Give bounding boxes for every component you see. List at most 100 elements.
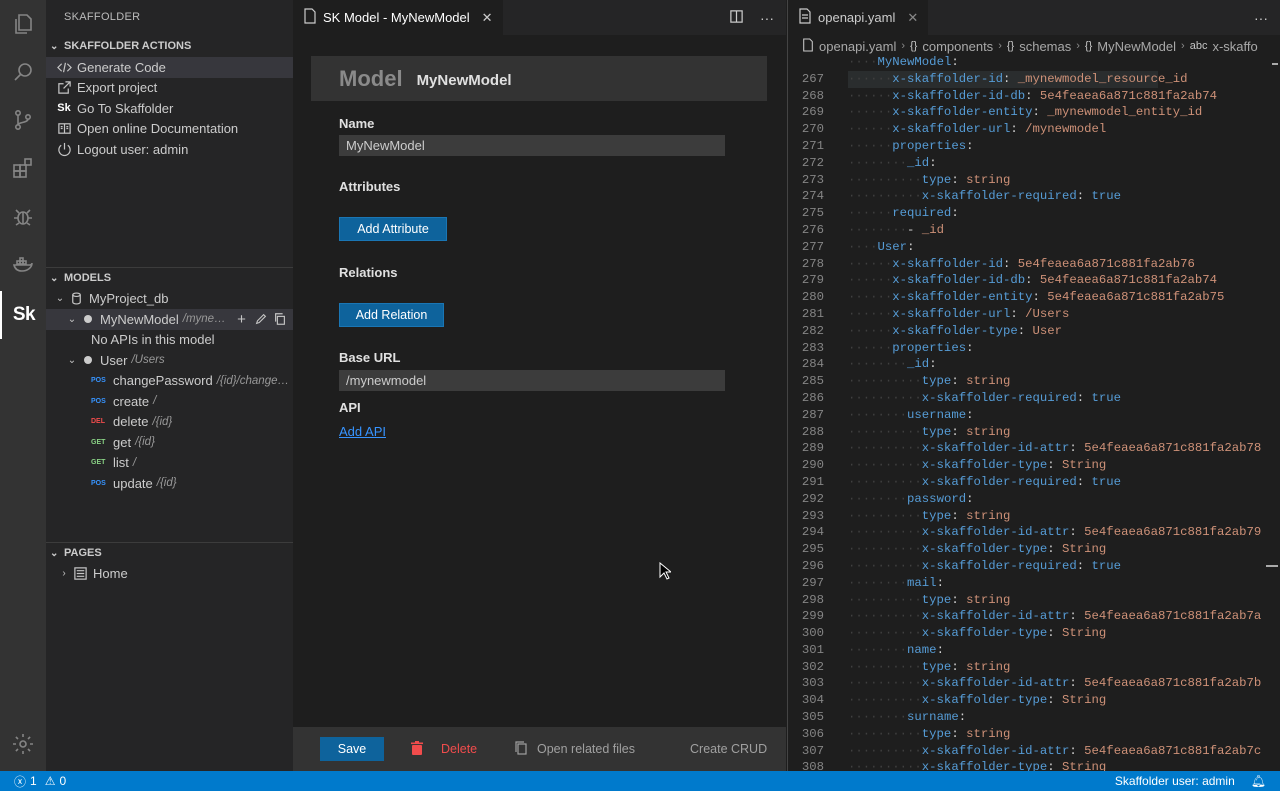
copy-icon[interactable]: [272, 311, 287, 327]
tree-item-api[interactable]: POS changePassword /{id}/change…: [46, 371, 293, 392]
tree-item-api[interactable]: POS create /: [46, 391, 293, 412]
line-number: 305: [801, 710, 824, 725]
add-relation-button[interactable]: Add Relation: [339, 303, 444, 327]
line-content: ··········x-skaffolder-type: String: [848, 541, 1106, 558]
action-go-to-skaffolder[interactable]: Sk Go To Skaffolder: [46, 98, 293, 119]
line-content: ··········x-skaffolder-type: String: [848, 692, 1106, 709]
tree-item-api[interactable]: GET get /{id}: [46, 432, 293, 453]
yaml-value: String: [1062, 458, 1107, 473]
yaml-colon: :: [951, 206, 959, 221]
more-actions-icon[interactable]: ···: [1254, 10, 1268, 26]
code-line: 302 ··········type: string: [788, 659, 1280, 676]
indent-guide: ········: [848, 575, 908, 590]
code-editor[interactable]: ····MyNewModel: 267 ······x-skaffolder-id:…: [788, 54, 1280, 771]
search-icon[interactable]: [0, 48, 46, 96]
action-export-project[interactable]: Export project: [46, 78, 293, 99]
add-attribute-button[interactable]: Add Attribute: [339, 217, 447, 241]
line-content: ··········x-skaffolder-type: String: [848, 625, 1106, 642]
line-content: ······x-skaffolder-id-db: 5e4feaea6a871c…: [848, 88, 1217, 105]
indent-guide: ··········: [848, 659, 922, 674]
yaml-key: username: [907, 407, 967, 422]
tree-item-page-home[interactable]: › Home: [46, 564, 293, 585]
code-line: 278 ······x-skaffolder-id: 5e4feaea6a871c…: [788, 256, 1280, 273]
yaml-key: x-skaffolder-id-attr: [921, 743, 1070, 758]
indent-guide: ······: [848, 122, 893, 137]
method-badge: POS: [91, 397, 106, 405]
section-models[interactable]: ⌄ MODELS: [46, 266, 293, 289]
split-editor-icon[interactable]: [729, 9, 744, 27]
model-dot-icon: [84, 356, 92, 365]
line-content: ··········type: string: [848, 508, 1010, 525]
export-icon: [56, 80, 72, 96]
debug-icon[interactable]: [0, 192, 46, 240]
action-generate-code[interactable]: Generate Code: [46, 57, 293, 78]
skaffolder-icon[interactable]: Sk: [0, 291, 46, 339]
line-content: ··········type: string: [848, 373, 1010, 390]
yaml-key: _id: [907, 155, 930, 170]
code-line: 298 ··········type: string: [788, 592, 1280, 609]
line-number: 279: [801, 273, 824, 288]
status-user[interactable]: Skaffolder user: admin: [1115, 774, 1235, 788]
more-actions-icon[interactable]: ···: [760, 10, 774, 26]
yaml-value: _mynewmodel_resource_id: [1017, 71, 1188, 86]
breadcrumb-item[interactable]: openapi.yaml: [819, 39, 896, 54]
section-skaffolder-actions[interactable]: ⌄ SKAFFOLDER ACTIONS: [46, 35, 293, 57]
line-content: ··········type: string: [848, 726, 1010, 743]
source-control-icon[interactable]: [0, 96, 46, 144]
docker-icon[interactable]: [0, 240, 46, 288]
indent-guide: ········: [848, 222, 908, 237]
base-url-input[interactable]: /mynewmodel: [339, 370, 725, 391]
indent-guide: ······: [848, 290, 893, 305]
tab-openapi-yaml[interactable]: openapi.yaml ✕: [788, 0, 929, 35]
tree-item-model-user[interactable]: ⌄ User /Users: [46, 350, 293, 371]
save-button[interactable]: Save: [320, 737, 384, 761]
line-number: 289: [801, 441, 824, 456]
warning-icon: ⚠: [44, 774, 56, 788]
copy-icon: [513, 740, 529, 759]
line-number: 282: [801, 323, 824, 338]
tree-item-api[interactable]: DEL delete /{id}: [46, 412, 293, 433]
tree-item-model-mynewmodel[interactable]: ⌄ MyNewModel /myne… +: [46, 309, 293, 330]
action-open-documentation[interactable]: Open online Documentation: [46, 119, 293, 140]
breadcrumb-item[interactable]: MyNewModel: [1097, 39, 1176, 54]
breadcrumb-item[interactable]: schemas: [1019, 39, 1071, 54]
add-api-link[interactable]: Add API: [339, 424, 386, 439]
yaml-key: x-skaffolder-entity: [892, 290, 1033, 305]
trash-icon: [409, 740, 425, 759]
yaml-key: x-skaffolder-id: [892, 71, 1003, 86]
close-icon[interactable]: ✕: [482, 10, 493, 26]
indent-guide: ··········: [848, 693, 922, 708]
attributes-label: Attributes: [339, 179, 401, 194]
breadcrumb-item[interactable]: x-skaffo: [1212, 39, 1257, 54]
chevron-down-icon: ⌄: [55, 293, 65, 305]
close-icon[interactable]: ✕: [907, 10, 918, 26]
indent-guide: ··········: [848, 676, 922, 691]
extensions-icon[interactable]: [0, 144, 46, 192]
action-logout[interactable]: Logout user: admin: [46, 139, 293, 160]
problems-indicator[interactable]: ⓧ 1 ⚠ 0: [14, 773, 66, 790]
tree-item-api[interactable]: POS update /{id}: [46, 473, 293, 494]
edit-icon[interactable]: [253, 311, 268, 327]
gear-icon[interactable]: [0, 720, 46, 768]
explorer-icon[interactable]: [0, 0, 46, 48]
tab-sk-model[interactable]: SK Model - MyNewModel ✕: [293, 0, 503, 35]
breadcrumb-item[interactable]: components: [922, 39, 993, 54]
yaml-colon: :: [966, 407, 974, 422]
tree-item-db[interactable]: ⌄ MyProject_db: [46, 289, 293, 310]
delete-button[interactable]: Delete: [409, 727, 477, 771]
indent-guide: ··········: [848, 508, 922, 523]
create-crud-button[interactable]: Create CRUD: [690, 727, 767, 771]
indent-guide: ········: [848, 491, 908, 506]
name-input[interactable]: MyNewModel: [339, 135, 725, 156]
yaml-colon: :: [951, 374, 959, 389]
tree-item-api[interactable]: GET list /: [46, 453, 293, 474]
line-number: 281: [801, 306, 824, 321]
open-related-files-button[interactable]: Open related files: [513, 727, 635, 771]
yaml-value: String: [1062, 760, 1107, 771]
line-content: ······required:: [848, 205, 959, 222]
add-icon[interactable]: +: [234, 311, 249, 328]
indent-guide: ········: [848, 642, 908, 657]
bell-icon[interactable]: 🔔︎: [1251, 774, 1266, 788]
section-pages[interactable]: ⌄ PAGES: [46, 541, 293, 564]
yaml-key: x-skaffolder-type: [921, 693, 1048, 708]
